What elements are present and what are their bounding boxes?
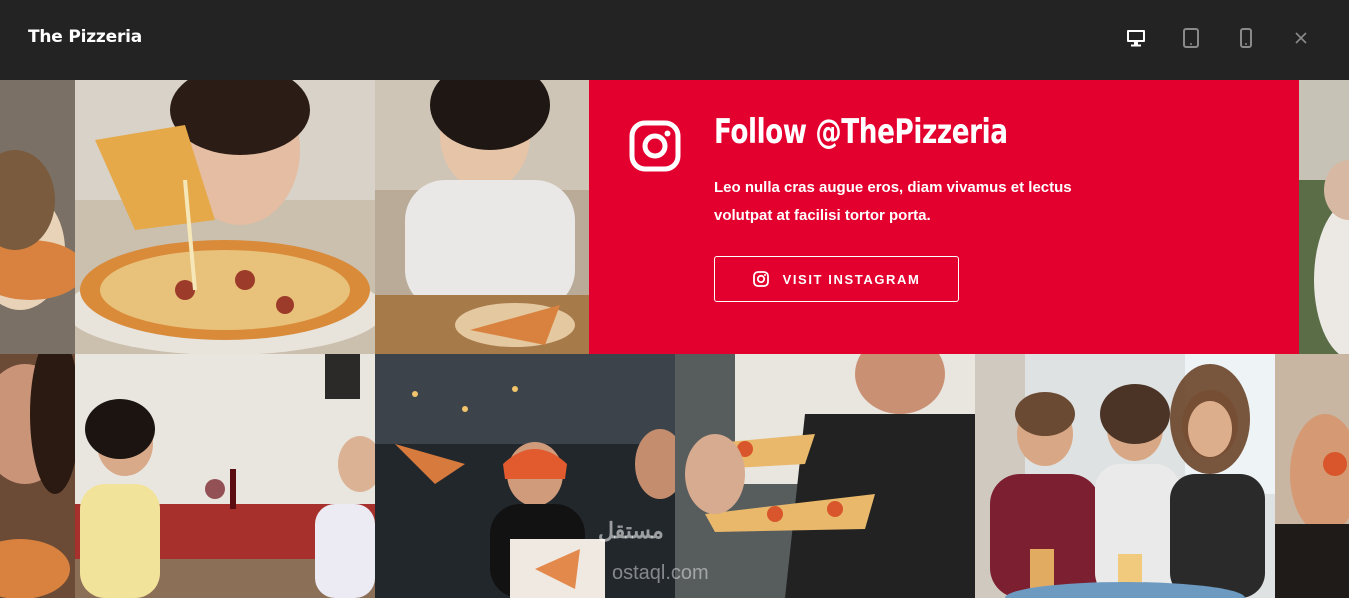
- desktop-view-button[interactable]: [1124, 26, 1148, 50]
- tablet-view-button[interactable]: [1179, 26, 1203, 50]
- visit-instagram-label: VISIT INSTAGRAM: [782, 271, 921, 287]
- promo-title: Follow @ThePizzeria: [714, 112, 1008, 152]
- watermark-logo: مستقل: [598, 518, 664, 543]
- instagram-icon: [752, 271, 769, 287]
- promo-description: Leo nulla cras augue eros, diam vivamus …: [714, 179, 1072, 224]
- instagram-promo: Follow @ThePizzeria Leo nulla cras augue…: [589, 80, 1299, 354]
- close-icon: [1295, 32, 1307, 44]
- gallery-photo: [75, 80, 375, 354]
- close-preview-button[interactable]: [1289, 26, 1313, 50]
- gallery-photo: [1275, 354, 1349, 598]
- gallery-photo: [975, 354, 1275, 598]
- gallery-photo: [75, 354, 375, 598]
- visit-instagram-button[interactable]: VISIT INSTAGRAM: [714, 256, 959, 302]
- desktop-icon: [1127, 30, 1145, 47]
- gallery-photo: [675, 354, 975, 598]
- mobile-icon: [1240, 28, 1252, 48]
- preview-topbar: The Pizzeria: [0, 0, 1349, 80]
- app-title: The Pizzeria: [28, 27, 143, 47]
- tablet-icon: [1183, 28, 1199, 48]
- mobile-view-button[interactable]: [1234, 26, 1258, 50]
- watermark-url: ostaql.com: [612, 562, 709, 584]
- gallery-photo: [0, 80, 75, 354]
- gallery-photo: [375, 80, 589, 354]
- gallery-photo: [1299, 80, 1349, 354]
- gallery-photo: [0, 354, 75, 598]
- instagram-icon: [629, 120, 681, 172]
